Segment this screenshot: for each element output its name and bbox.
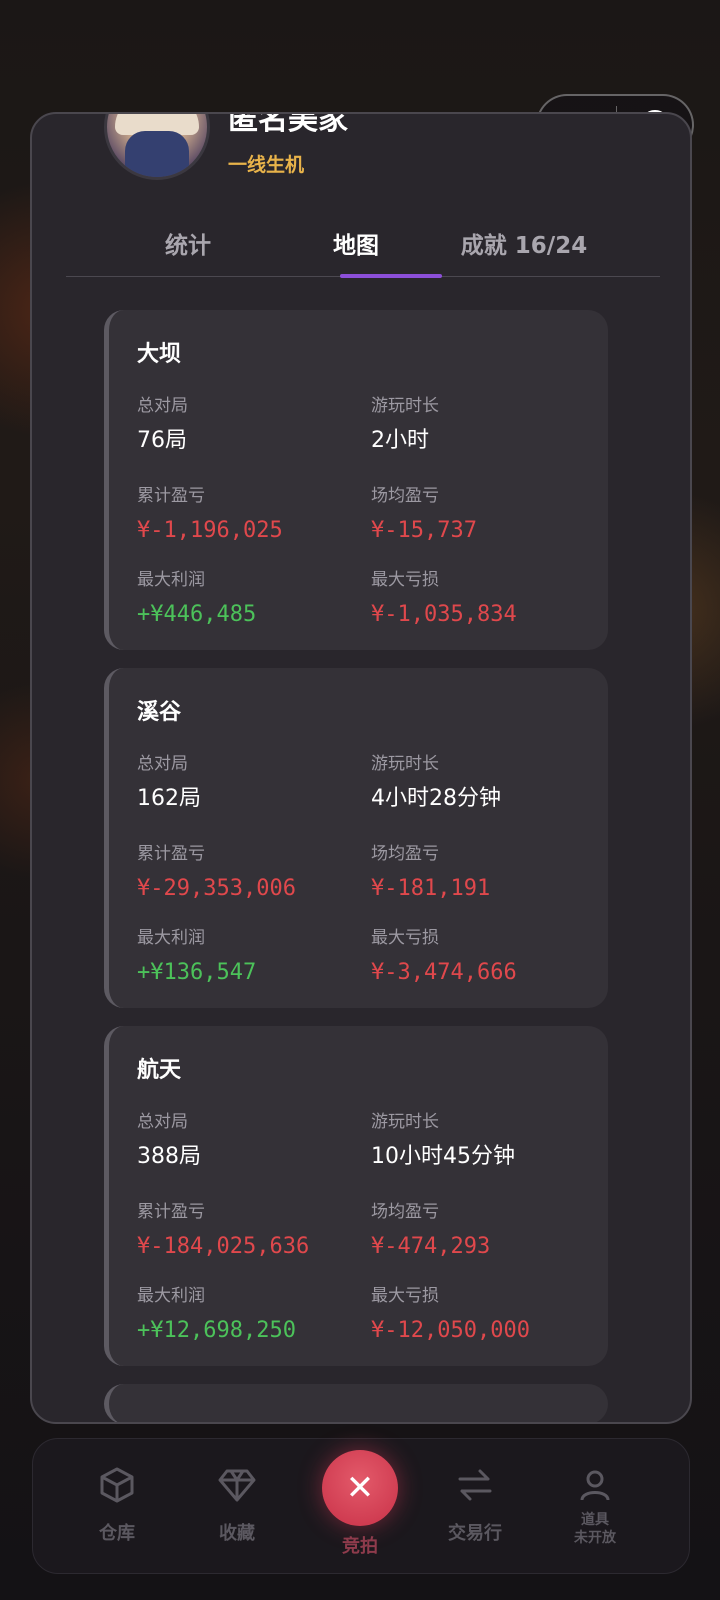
cumulative-pl-label: 累计盈亏 [137, 1202, 205, 1222]
max-profit-value: +¥136,547 [137, 960, 257, 985]
map-name: 航天 [137, 1058, 182, 1083]
avatar[interactable] [104, 114, 210, 180]
active-tab-indicator [340, 274, 442, 278]
diamond-icon [189, 1465, 285, 1505]
user-icon [547, 1465, 643, 1505]
max-profit-label: 最大利润 [137, 1286, 205, 1306]
max-loss-label: 最大亏损 [371, 928, 439, 948]
total-games-label: 总对局 [137, 396, 188, 416]
map-stats-list: 大坝 总对局 76局 游玩时长 2小时 累计盈亏 ¥-1,196,025 场均盈亏 ¥-… [104, 310, 608, 1422]
max-loss-label: 最大亏损 [371, 1286, 439, 1306]
play-time-value: 4小时28分钟 [371, 786, 501, 811]
exchange-icon [427, 1465, 523, 1505]
nav-props-status: 未开放 [574, 1530, 616, 1546]
total-games-value: 388局 [137, 1144, 201, 1169]
map-name: 溪谷 [137, 700, 182, 725]
username: 匿名美家 [228, 112, 348, 137]
auction-label: 竞拍 [342, 1536, 378, 1557]
play-time-label: 游玩时长 [371, 396, 439, 416]
cumulative-pl-label: 累计盈亏 [137, 844, 205, 864]
total-games-label: 总对局 [137, 1112, 188, 1132]
total-games-value: 76局 [137, 428, 187, 453]
max-loss-value: ¥-3,474,666 [371, 960, 517, 985]
nav-favorites-label: 收藏 [219, 1523, 255, 1544]
play-time-label: 游玩时长 [371, 1112, 439, 1132]
nav-trade[interactable]: 交易行 [427, 1465, 523, 1545]
play-time-value: 2小时 [371, 428, 429, 453]
avg-pl-value: ¥-474,293 [371, 1234, 491, 1259]
cumulative-pl-value: ¥-29,353,006 [137, 876, 296, 901]
nav-trade-label: 交易行 [448, 1523, 502, 1544]
cumulative-pl-value: ¥-1,196,025 [137, 518, 283, 543]
avg-pl-label: 场均盈亏 [371, 1202, 439, 1222]
play-time-value: 10小时45分钟 [371, 1144, 515, 1169]
cumulative-pl-value: ¥-184,025,636 [137, 1234, 310, 1259]
tab-map[interactable]: 地图 [333, 226, 379, 260]
max-profit-label: 最大利润 [137, 928, 205, 948]
total-games-value: 162局 [137, 786, 201, 811]
auction-button[interactable]: ✕ [322, 1450, 398, 1526]
avg-pl-value: ¥-15,737 [371, 518, 477, 543]
map-card: 溪谷 总对局 162局 游玩时长 4小时28分钟 累计盈亏 ¥-29,353,006 … [104, 668, 608, 1008]
play-time-label: 游玩时长 [371, 754, 439, 774]
avg-pl-label: 场均盈亏 [371, 486, 439, 506]
avg-pl-label: 场均盈亏 [371, 844, 439, 864]
max-profit-value: +¥12,698,250 [137, 1318, 296, 1343]
total-games-label: 总对局 [137, 754, 188, 774]
close-icon: ✕ [345, 1468, 375, 1508]
profile-panel: 匿名美家 一线生机 统计 地图 成就 16/24 大坝 总对局 76局 游玩时长 2… [30, 112, 692, 1424]
nav-warehouse[interactable]: 仓库 [69, 1465, 165, 1545]
user-title-badge: 一线生机 [228, 154, 305, 176]
cumulative-pl-label: 累计盈亏 [137, 486, 205, 506]
tab-bar: 统计 地图 成就 16/24 [66, 214, 660, 278]
avg-pl-value: ¥-181,191 [371, 876, 491, 901]
nav-props-label: 道具 [581, 1512, 609, 1528]
max-loss-label: 最大亏损 [371, 570, 439, 590]
max-loss-value: ¥-1,035,834 [371, 602, 517, 627]
map-card [104, 1384, 608, 1422]
max-loss-value: ¥-12,050,000 [371, 1318, 530, 1343]
map-card: 航天 总对局 388局 游玩时长 10小时45分钟 累计盈亏 ¥-184,025,63… [104, 1026, 608, 1366]
nav-warehouse-label: 仓库 [99, 1523, 135, 1544]
map-name: 大坝 [137, 342, 182, 367]
map-card: 大坝 总对局 76局 游玩时长 2小时 累计盈亏 ¥-1,196,025 场均盈亏 ¥-… [104, 310, 608, 650]
tab-achievements[interactable]: 成就 16/24 [461, 226, 587, 260]
max-profit-label: 最大利润 [137, 570, 205, 590]
box-icon [69, 1465, 165, 1505]
nav-favorites[interactable]: 收藏 [189, 1465, 285, 1545]
tab-stats[interactable]: 统计 [165, 226, 211, 260]
nav-props[interactable]: 道具 未开放 [547, 1465, 643, 1547]
max-profit-value: +¥446,485 [137, 602, 257, 627]
